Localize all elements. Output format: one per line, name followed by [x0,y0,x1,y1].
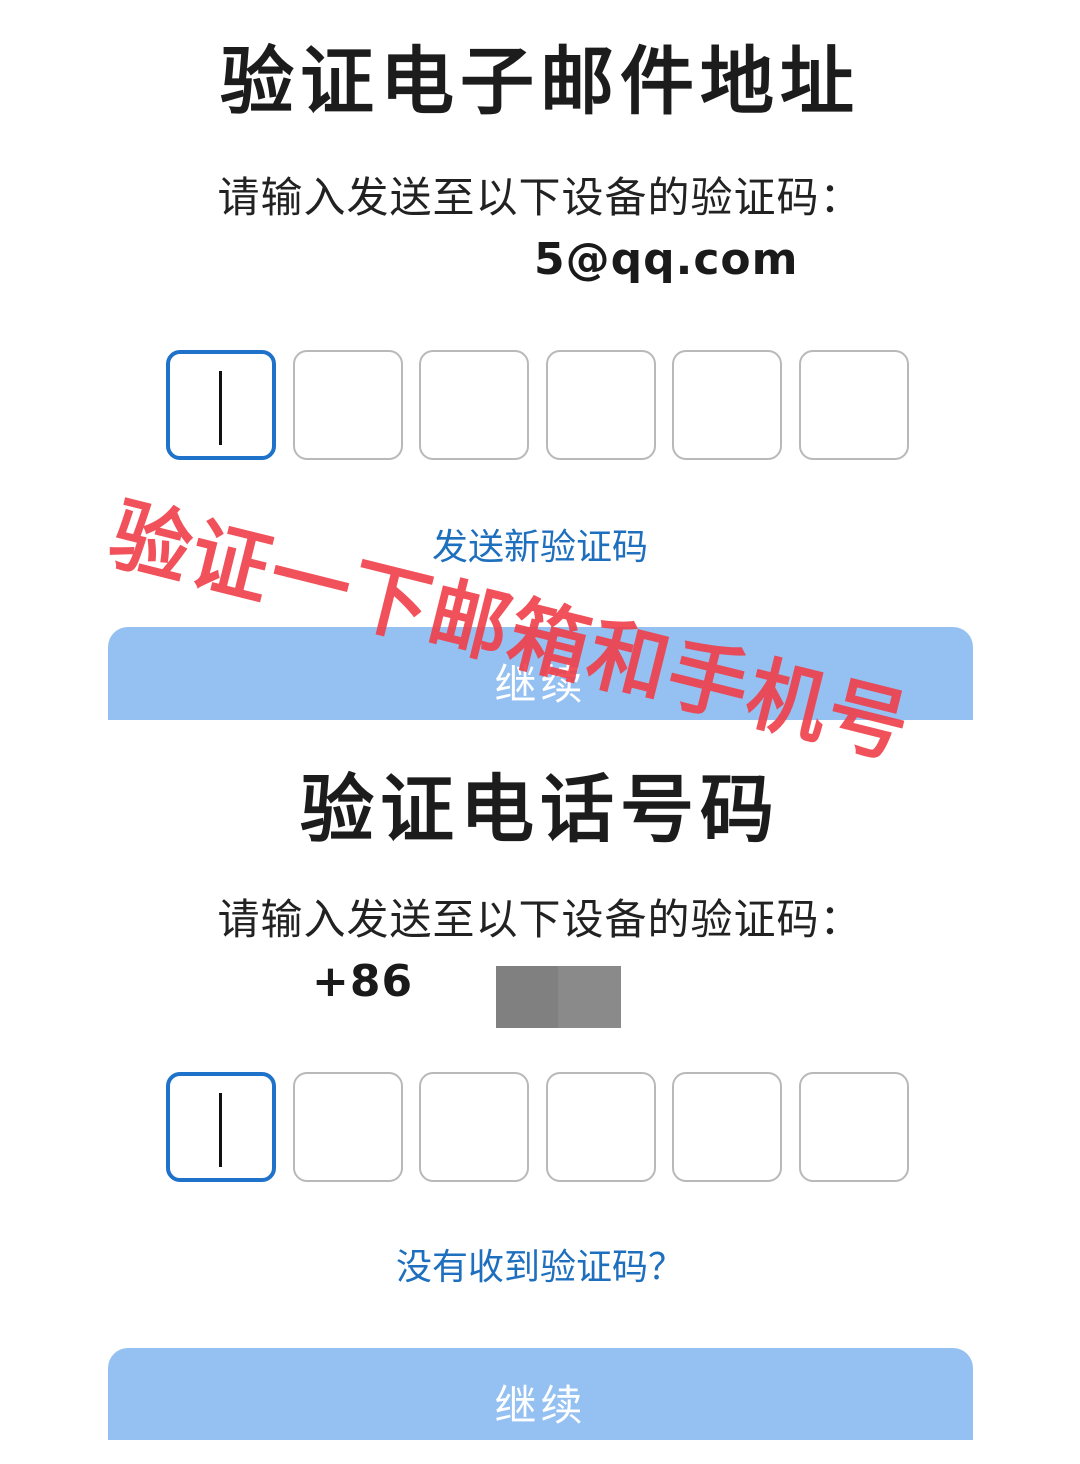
continue-button[interactable]: 继续 [108,627,973,720]
code-digit-box-5[interactable] [672,350,782,460]
phone-verification-panel: 验证电话号码 请输入发送至以下设备的验证码： +86 没有收到验证码？ 继续 [0,720,1080,1440]
code-digit-box-4[interactable] [546,1072,656,1182]
code-digit-box-6[interactable] [799,350,909,460]
code-input-group [166,1072,916,1186]
email-destination: 5@qq.com [534,234,799,285]
code-digit-box-2[interactable] [293,350,403,460]
code-input-group [166,350,916,464]
page-title: 验证电子邮件地址 [220,39,860,125]
email-verification-panel: 验证电子邮件地址 请输入发送至以下设备的验证码： 5@qq.com 发送新验证码… [0,0,1080,720]
text-caret [219,371,222,445]
code-digit-box-1[interactable] [166,350,276,460]
no-code-received-link[interactable]: 没有收到验证码？ [0,1238,1080,1290]
code-digit-box-3[interactable] [419,1072,529,1182]
code-digit-box-1[interactable] [166,1072,276,1182]
code-digit-box-6[interactable] [799,1072,909,1182]
text-caret [219,1093,222,1167]
resend-code-link[interactable]: 发送新验证码 [0,518,1080,570]
prompt-text: 请输入发送至以下设备的验证码： [217,173,863,222]
code-digit-box-5[interactable] [672,1072,782,1182]
phone-destination: +86 [312,956,414,1007]
code-digit-box-4[interactable] [546,350,656,460]
prompt-text: 请输入发送至以下设备的验证码： [217,895,863,944]
redacted-phone-number [496,966,621,1028]
continue-button[interactable]: 继续 [108,1348,973,1440]
code-digit-box-3[interactable] [419,350,529,460]
page-title: 验证电话号码 [300,767,780,853]
code-digit-box-2[interactable] [293,1072,403,1182]
